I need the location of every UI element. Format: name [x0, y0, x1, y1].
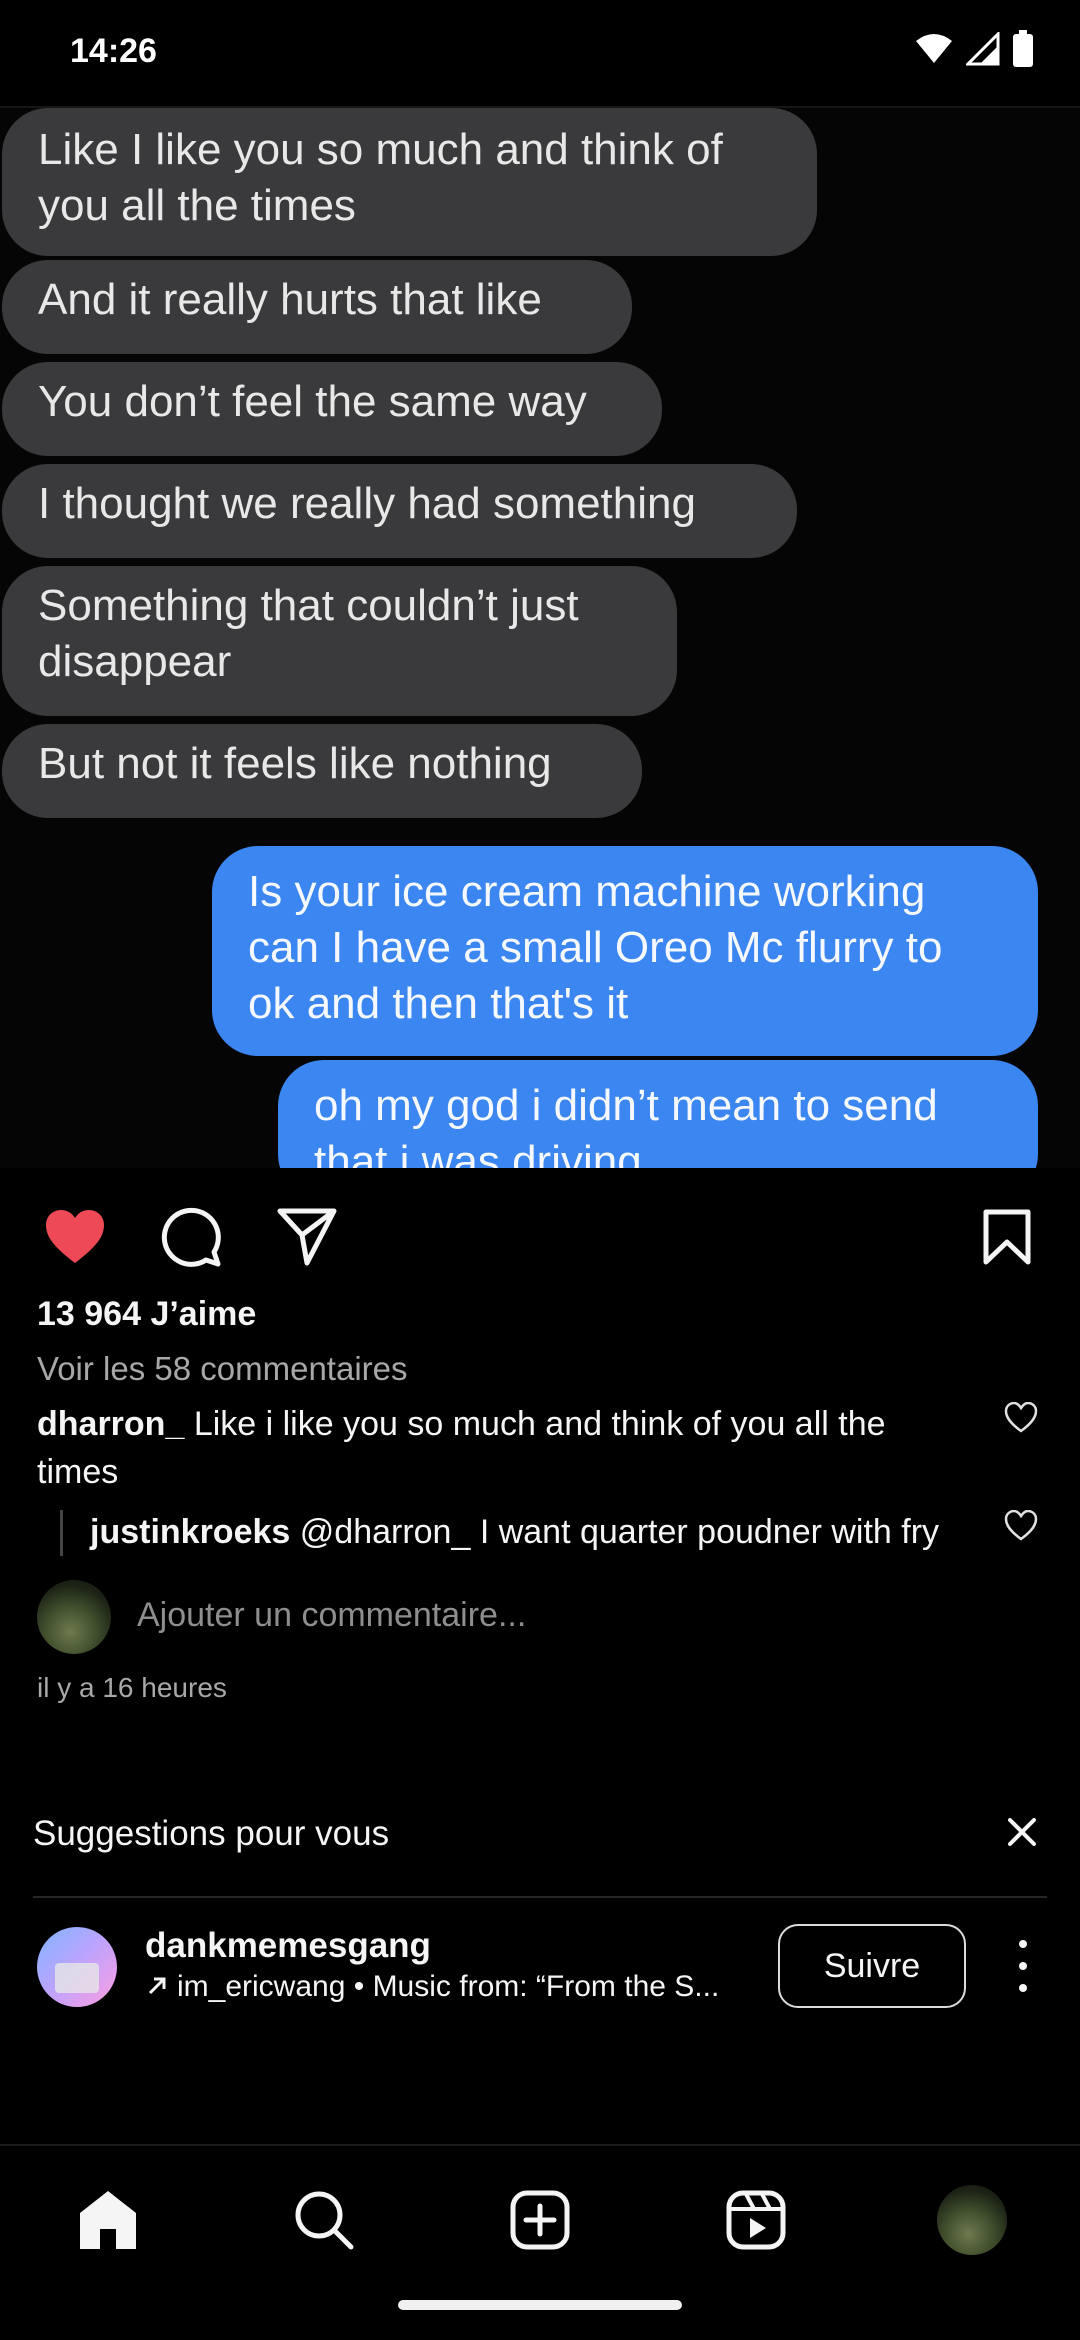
status-time: 14:26 — [70, 32, 157, 70]
comment-icon — [161, 1207, 221, 1267]
dot — [1019, 1962, 1027, 1970]
paper-plane-icon — [277, 1208, 337, 1266]
suggestions-divider — [33, 1896, 1047, 1898]
chat-bubble-incoming: I thought we really had something — [2, 464, 797, 558]
share-button[interactable] — [272, 1202, 342, 1272]
bookmark-icon — [983, 1209, 1031, 1265]
comment-like-button[interactable] — [1004, 1401, 1044, 1442]
status-icons — [914, 30, 1034, 68]
add-comment-input[interactable]: Ajouter un commentaire... — [137, 1596, 526, 1635]
view-all-comments-link[interactable]: Voir les 58 commentaires — [37, 1350, 408, 1388]
status-bar: 14:26 — [0, 0, 1080, 106]
reply-thread-line — [60, 1510, 63, 1556]
suggested-account-avatar[interactable] — [37, 1927, 117, 2007]
suggested-account-username[interactable]: dankmemesgang — [145, 1926, 431, 1966]
chat-bubble-incoming: And it really hurts that like — [2, 260, 632, 354]
profile-avatar — [937, 2185, 1007, 2255]
comment-text: @dharron_ I want quarter poudner with fr… — [299, 1513, 940, 1551]
close-icon — [1008, 1818, 1036, 1846]
user-avatar — [37, 1580, 111, 1654]
nav-profile[interactable] — [934, 2182, 1010, 2258]
bottom-nav — [0, 2146, 1080, 2340]
wifi-icon — [914, 33, 954, 65]
battery-icon — [1012, 30, 1034, 68]
suggested-account-subtitle: im_ericwang • Music from: “From the S... — [145, 1970, 760, 2004]
dot — [1019, 1940, 1027, 1948]
more-options-button[interactable] — [1005, 1940, 1041, 1992]
chat-bubble-incoming: Like I like you so much and think of you… — [2, 108, 817, 256]
heart-outline-icon — [1004, 1509, 1038, 1541]
home-indicator[interactable] — [398, 2300, 682, 2310]
like-button[interactable] — [40, 1202, 110, 1272]
post-action-row — [0, 1190, 1080, 1280]
search-icon — [295, 2191, 354, 2250]
post-timestamp: il y a 16 heures — [37, 1672, 227, 1703]
chat-bubble-outgoing: oh my god i didn’t mean to send that i w… — [278, 1060, 1038, 1168]
create-icon — [510, 2190, 570, 2250]
heart-filled-icon — [46, 1210, 104, 1263]
dismiss-suggestions-button[interactable] — [1002, 1812, 1042, 1852]
comment-username[interactable]: justinkroeks — [90, 1513, 290, 1551]
comment-username[interactable]: dharron_ — [37, 1405, 184, 1443]
chat-bubble-outgoing: Is your ice cream machine working can I … — [212, 846, 1038, 1056]
comment: dharron_ Like i like you so much and thi… — [37, 1400, 957, 1496]
comment-like-button[interactable] — [1004, 1509, 1044, 1550]
chat-bubble-incoming: Something that couldn’t just disappear — [2, 566, 677, 716]
follow-button[interactable]: Suivre — [778, 1924, 966, 2008]
comment-button[interactable] — [156, 1202, 226, 1272]
suggestions-title: Suggestions pour vous — [33, 1814, 390, 1853]
dot — [1019, 1984, 1027, 1992]
save-button[interactable] — [972, 1202, 1042, 1272]
nav-reels[interactable] — [718, 2182, 794, 2258]
likes-count[interactable]: 13 964 J’aime — [37, 1295, 256, 1334]
arrow-up-right-icon — [148, 1977, 166, 1995]
nav-home[interactable] — [70, 2182, 146, 2258]
cell-signal-icon — [966, 32, 1000, 66]
suggested-account-subtitle-text: im_ericwang • Music from: “From the S... — [177, 1970, 720, 2003]
heart-outline-icon — [1004, 1401, 1038, 1433]
chat-bubble-incoming: You don’t feel the same way — [2, 362, 662, 456]
reels-icon — [726, 2190, 786, 2250]
nav-create[interactable] — [502, 2182, 578, 2258]
comment-reply: justinkroeks @dharron_ I want quarter po… — [90, 1508, 990, 1556]
chat-bubble-incoming: But not it feels like nothing — [2, 724, 642, 818]
home-icon — [80, 2191, 136, 2249]
post-image[interactable]: Like I like you so much and think of you… — [0, 108, 1080, 1168]
nav-search[interactable] — [286, 2182, 362, 2258]
